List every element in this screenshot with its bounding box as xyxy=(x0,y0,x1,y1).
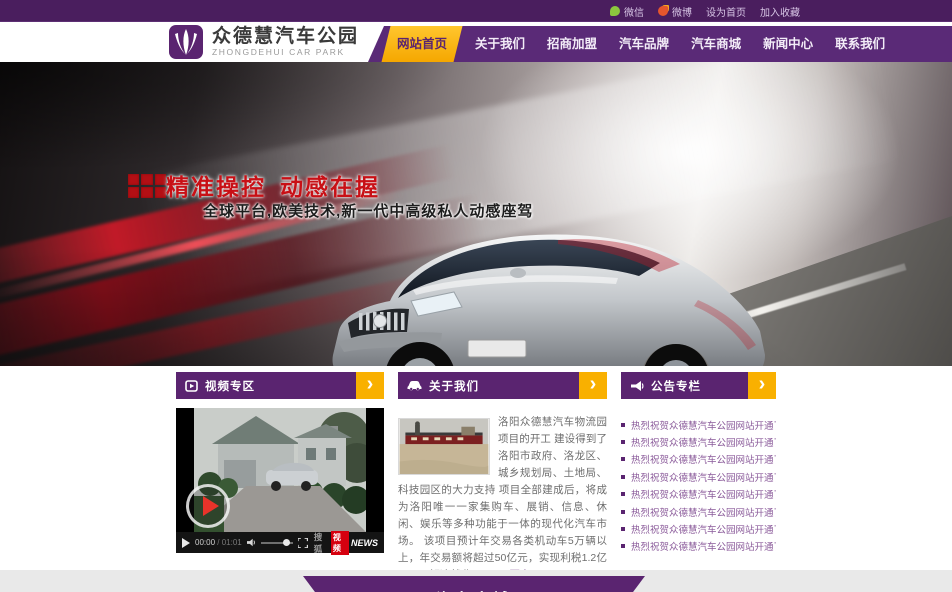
notice-panel-title: 公告专栏 xyxy=(651,378,701,394)
nav-item-mall-label: 汽车商城 xyxy=(691,37,741,51)
brand-video-badge: 视频 xyxy=(331,531,349,555)
video-controls: 00:00 / 01:01 搜狐 视频 NEWS xyxy=(176,532,384,553)
main-nav: 网站首页 关于我们 招商加盟 汽车品牌 汽车商城 新闻中心 联系我们 xyxy=(368,26,952,62)
about-panel-more-button[interactable]: › xyxy=(579,372,607,399)
nav-item-brands[interactable]: 汽车品牌 xyxy=(608,26,680,62)
topbar: 微信 微博 设为首页 加入收藏 xyxy=(0,0,952,22)
megaphone-icon xyxy=(630,380,644,392)
video-panel-more-button[interactable]: › xyxy=(356,372,384,399)
nav-item-about-label: 关于我们 xyxy=(475,37,525,51)
footer-section-title: 汽车商城 xyxy=(303,586,645,592)
square-bullet-icon xyxy=(621,475,625,479)
weibo-label: 微博 xyxy=(672,4,692,19)
notice-item-text: 热烈祝贺众德慧汽车公园网站开通了！ xyxy=(631,539,776,553)
notice-item-text: 热烈祝贺众德慧汽车公园网站开通了！ xyxy=(631,522,776,536)
video-player[interactable]: 00:00 / 01:01 搜狐 视频 NEWS xyxy=(176,408,384,553)
nav-item-mall[interactable]: 汽车商城 xyxy=(680,26,752,62)
fullscreen-icon[interactable] xyxy=(298,538,307,548)
notice-panel-header: 公告专栏 › xyxy=(621,372,776,399)
square-bullet-icon xyxy=(621,544,625,548)
topbar-links: 微信 微博 设为首页 加入收藏 xyxy=(610,0,800,22)
weibo-link[interactable]: 微博 xyxy=(658,4,692,19)
notice-item-text: 热烈祝贺众德慧汽车公园网站开通了！ xyxy=(631,452,776,466)
volume-slider[interactable] xyxy=(261,542,293,544)
nav-item-home-label: 网站首页 xyxy=(397,26,447,62)
banner-headline-part2: 动感在握 xyxy=(280,174,380,200)
nav-item-news[interactable]: 新闻中心 xyxy=(752,26,824,62)
notice-item-text: 热烈祝贺众德慧汽车公园网站开通了！ xyxy=(631,418,776,432)
square-bullet-icon xyxy=(621,492,625,496)
video-play-button[interactable] xyxy=(182,538,190,548)
notice-item-text: 热烈祝贺众德慧汽车公园网站开通了！ xyxy=(631,505,776,519)
banner-headline: 精准操控动感在握 xyxy=(166,168,380,202)
video-icon xyxy=(185,380,198,392)
notice-panel-more-button[interactable]: › xyxy=(748,372,776,399)
video-time: 00:00 / 01:01 xyxy=(195,538,242,547)
car-icon xyxy=(407,380,422,391)
wechat-label: 微信 xyxy=(624,4,644,19)
brand-news-label: NEWS xyxy=(351,538,378,548)
square-bullet-icon xyxy=(621,510,625,514)
weibo-icon xyxy=(658,6,668,16)
nav-item-brands-label: 汽车品牌 xyxy=(619,37,669,51)
about-panel-header: 关于我们 › xyxy=(398,372,607,399)
logo-title: 众德慧汽车公园 xyxy=(212,27,359,47)
square-bullet-icon xyxy=(621,457,625,461)
brand-sohu-label: 搜狐 xyxy=(314,531,329,555)
volume-icon[interactable] xyxy=(247,538,256,547)
volume-slider-handle[interactable] xyxy=(283,539,290,546)
notice-item[interactable]: 热烈祝贺众德慧汽车公园网站开通了！ xyxy=(621,486,776,503)
banner-subline: 全球平台,欧美技术,新一代中高级私人动感座驾 xyxy=(203,200,533,221)
wechat-link[interactable]: 微信 xyxy=(610,4,644,19)
video-panel-header: 视频专区 › xyxy=(176,372,384,399)
square-bullet-icon xyxy=(621,527,625,531)
nav-item-about[interactable]: 关于我们 xyxy=(464,26,536,62)
about-content: 洛阳众德慧汽车物流园项目的开工 建设得到了洛阳市政府、洛龙区、城乡规划局、土地局… xyxy=(398,414,607,560)
footer-section-banner: 汽车商城 xyxy=(303,576,645,592)
notice-item[interactable]: 热烈祝贺众德慧汽车公园网站开通了！ xyxy=(621,468,776,485)
notice-item[interactable]: 热烈祝贺众德慧汽车公园网站开通了！ xyxy=(621,538,776,555)
nav-item-home[interactable]: 网站首页 xyxy=(382,26,463,62)
notice-list: 热烈祝贺众德慧汽车公园网站开通了！ 热烈祝贺众德慧汽车公园网站开通了！ 热烈祝贺… xyxy=(621,416,776,555)
wechat-icon xyxy=(610,6,620,16)
square-bullet-icon xyxy=(621,440,625,444)
set-homepage-link[interactable]: 设为首页 xyxy=(706,4,746,19)
video-time-current: 00:00 xyxy=(195,538,215,547)
notice-item[interactable]: 热烈祝贺众德慧汽车公园网站开通了！ xyxy=(621,520,776,537)
video-panel-title: 视频专区 xyxy=(205,378,255,394)
nav-item-contact[interactable]: 联系我们 xyxy=(824,26,896,62)
add-favorite-label: 加入收藏 xyxy=(760,4,800,19)
nav-item-contact-label: 联系我们 xyxy=(835,37,885,51)
video-brand: 搜狐 视频 NEWS xyxy=(314,531,378,555)
nav-item-join[interactable]: 招商加盟 xyxy=(536,26,608,62)
notice-item[interactable]: 热烈祝贺众德慧汽车公园网站开通了！ xyxy=(621,416,776,433)
video-time-total: 01:01 xyxy=(222,538,242,547)
banner-grid-icon xyxy=(128,174,166,198)
add-favorite-link[interactable]: 加入收藏 xyxy=(760,4,800,19)
logo[interactable]: 众德慧汽车公园 ZHONGDEHUI CAR PARK xyxy=(168,24,359,60)
notice-item-text: 热烈祝贺众德慧汽车公园网站开通了！ xyxy=(631,435,776,449)
notice-item-text: 热烈祝贺众德慧汽车公园网站开通了！ xyxy=(631,470,776,484)
hero-banner: 精准操控动感在握 全球平台,欧美技术,新一代中高级私人动感座驾 xyxy=(0,62,952,366)
notice-item-text: 热烈祝贺众德慧汽车公园网站开通了！ xyxy=(631,487,776,501)
video-play-overlay-button[interactable] xyxy=(186,484,230,528)
nav-item-join-label: 招商加盟 xyxy=(547,37,597,51)
nav-item-news-label: 新闻中心 xyxy=(763,37,813,51)
notice-item[interactable]: 热烈祝贺众德慧汽车公园网站开通了！ xyxy=(621,503,776,520)
about-photo[interactable] xyxy=(398,418,490,475)
set-homepage-label: 设为首页 xyxy=(706,4,746,19)
notice-item[interactable]: 热烈祝贺众德慧汽车公园网站开通了！ xyxy=(621,433,776,450)
logo-subtitle: ZHONGDEHUI CAR PARK xyxy=(212,47,359,57)
logo-emblem-icon xyxy=(168,24,204,60)
notice-item[interactable]: 热烈祝贺众德慧汽车公园网站开通了！ xyxy=(621,451,776,468)
about-panel-title: 关于我们 xyxy=(429,378,479,394)
banner-headline-part1: 精准操控 xyxy=(166,174,266,200)
video-time-separator: / xyxy=(215,538,222,547)
logo-text: 众德慧汽车公园 ZHONGDEHUI CAR PARK xyxy=(212,27,359,57)
square-bullet-icon xyxy=(621,423,625,427)
